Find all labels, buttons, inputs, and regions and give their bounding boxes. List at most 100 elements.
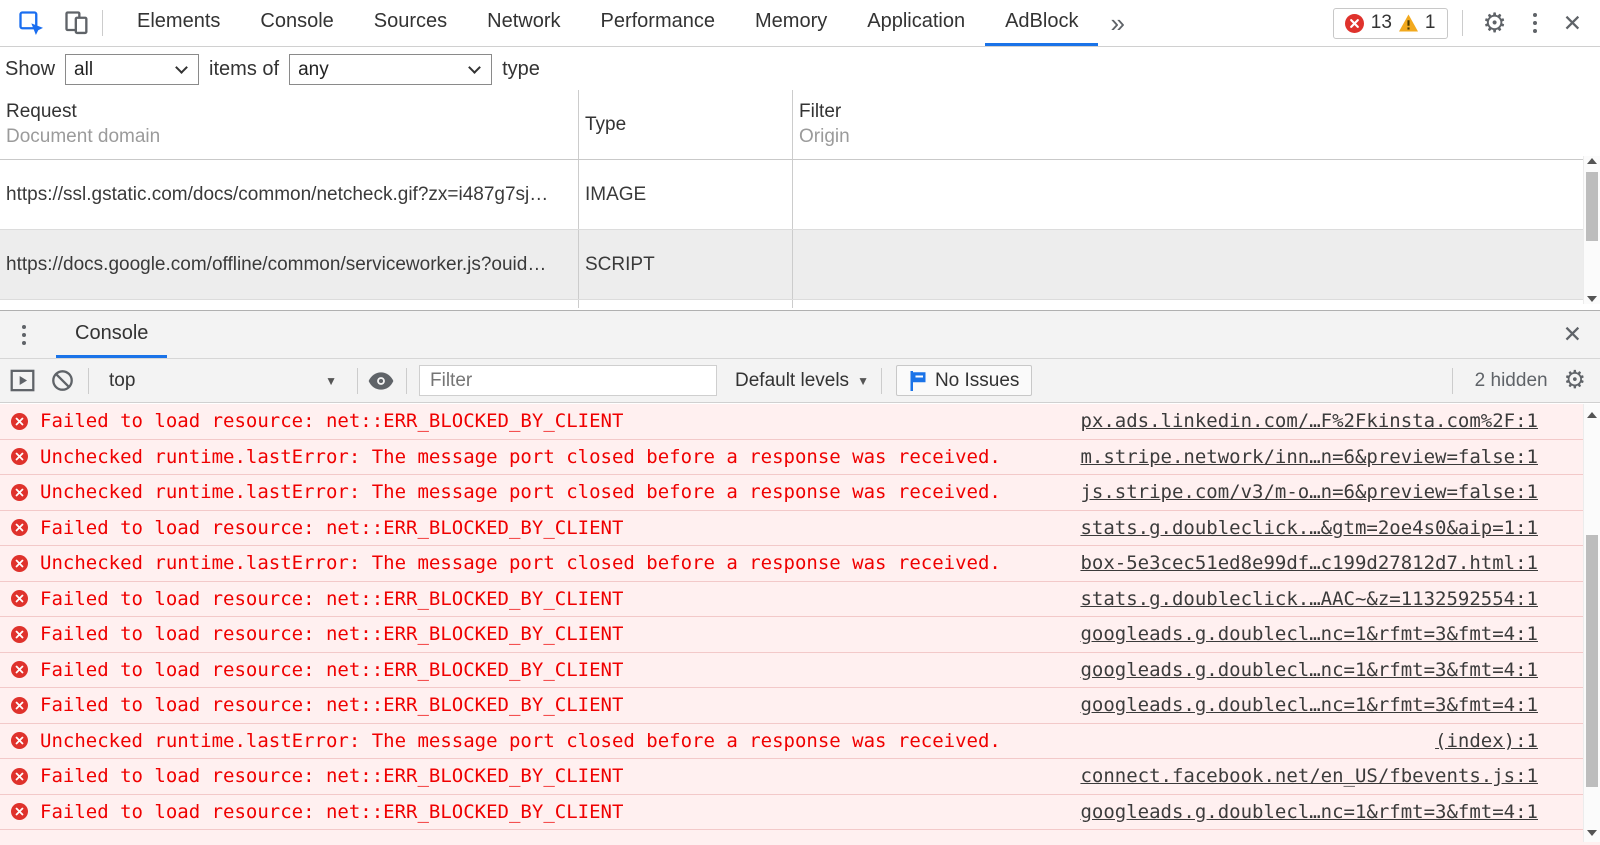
scroll-up-arrow[interactable]	[1584, 412, 1600, 418]
error-icon	[11, 519, 28, 536]
close-devtools-icon[interactable]: ✕	[1563, 10, 1582, 37]
console-drawer: Console ✕ top▼	[0, 310, 1600, 845]
panel-tab[interactable]: Memory	[735, 0, 847, 46]
scroll-up-arrow[interactable]	[1584, 158, 1600, 164]
issues-flag-icon	[909, 371, 927, 391]
console-error-message: Failed to load resource: net::ERR_BLOCKE…	[0, 795, 1600, 831]
live-expression-eye-icon[interactable]	[368, 372, 394, 390]
error-icon	[11, 661, 28, 678]
clear-console-icon[interactable]	[51, 369, 74, 392]
console-sidebar-toggle-icon[interactable]	[10, 369, 35, 392]
error-icon	[11, 803, 28, 820]
console-message-text: Failed to load resource: net::ERR_BLOCKE…	[40, 517, 623, 539]
toolbar-divider	[881, 368, 882, 394]
console-message-text: Failed to load resource: net::ERR_BLOCKE…	[40, 765, 623, 787]
console-source-link[interactable]: stats.g.doubleclick.…AAC~&z=1132592554:1	[1060, 588, 1538, 610]
panel-tabs: Elements Console Sources Network Perform…	[117, 0, 1098, 46]
panel-tab[interactable]: Console	[240, 0, 353, 46]
console-source-link[interactable]: js.stripe.com/v3/m-o…n=6&preview=false:1	[1060, 481, 1538, 503]
show-items-select[interactable]: all	[65, 54, 199, 85]
console-source-link[interactable]: googleads.g.doublecl…nc=1&rfmt=3&fmt=4:1	[1060, 694, 1538, 716]
toolbar-divider	[406, 368, 407, 394]
console-settings-gear-icon[interactable]: ⚙	[1564, 368, 1586, 393]
console-error-message: Failed to load resource: net::ERR_BLOCKE…	[0, 759, 1600, 795]
tab-console[interactable]: Console	[56, 311, 167, 358]
console-source-link[interactable]: googleads.g.doublecl…nc=1&rfmt=3&fmt=4:1	[1060, 659, 1538, 681]
console-error-message: Unchecked runtime.lastError: The message…	[0, 724, 1600, 760]
javascript-context-select[interactable]: top▼	[97, 370, 347, 392]
panel-tab[interactable]: Sources	[354, 0, 467, 46]
toolbar-divider	[88, 368, 89, 394]
console-error-message: Failed to load resource: net::ERR_BLOCKE…	[0, 653, 1600, 689]
console-source-link[interactable]: googleads.g.doublecl…nc=1&rfmt=3&fmt=4:1	[1060, 801, 1538, 823]
console-source-link[interactable]: connect.facebook.net/en_US/fbevents.js:1	[1060, 765, 1538, 787]
console-source-link[interactable]: googleads.g.doublecl…nc=1&rfmt=3&fmt=4:1	[1060, 623, 1538, 645]
console-source-link[interactable]: stats.g.doubleclick.…&gtm=2oe4s0&aip=1:1	[1060, 517, 1538, 539]
console-filter-input[interactable]	[419, 365, 717, 396]
panel-tab[interactable]: Application	[847, 0, 985, 46]
panel-tab[interactable]: Performance	[581, 0, 736, 46]
toolbar-divider	[1462, 10, 1463, 36]
error-icon	[11, 732, 28, 749]
error-icon	[11, 590, 28, 607]
panel-tab[interactable]: AdBlock	[985, 0, 1098, 46]
scroll-down-arrow[interactable]	[1584, 296, 1600, 302]
item-type-select[interactable]: any	[289, 54, 492, 85]
panel-tab[interactable]: Elements	[117, 0, 240, 46]
console-message-text: Failed to load resource: net::ERR_BLOCKE…	[40, 801, 623, 823]
table-row[interactable]: https://ssl.gstatic.com/docs/common/netc…	[0, 160, 1600, 230]
chevron-down-icon: ▼	[857, 374, 869, 388]
console-error-message: Unchecked runtime.lastError: The message…	[0, 440, 1600, 476]
warning-count-icon	[1399, 14, 1418, 32]
items-of-label: items of	[209, 58, 279, 81]
table-filler	[0, 300, 1600, 308]
device-toolbar-icon[interactable]	[60, 10, 94, 36]
table-header-row: Request Document domain Type Filter Orig…	[0, 90, 1600, 160]
toolbar-divider	[1452, 368, 1453, 394]
panel-tab[interactable]: Network	[467, 0, 580, 46]
error-icon	[11, 484, 28, 501]
devtools-menu-icon[interactable]	[1527, 13, 1543, 33]
request-filter-cell	[792, 160, 1600, 229]
console-source-link[interactable]: px.ads.linkedin.com/…F%2Fkinsta.com%2F:1	[1060, 410, 1538, 432]
column-header-request[interactable]: Request Document domain	[0, 90, 578, 159]
partial-message-row	[0, 830, 1600, 845]
scroll-down-arrow[interactable]	[1584, 830, 1600, 836]
column-header-filter[interactable]: Filter Origin	[792, 90, 1600, 159]
error-icon	[11, 768, 28, 785]
console-message-text: Unchecked runtime.lastError: The message…	[40, 552, 1001, 574]
settings-gear-icon[interactable]: ⚙	[1483, 10, 1507, 37]
console-error-message: Failed to load resource: net::ERR_BLOCKE…	[0, 688, 1600, 724]
log-levels-dropdown[interactable]: Default levels▼	[735, 370, 869, 392]
no-issues-button[interactable]: No Issues	[896, 365, 1032, 396]
error-icon	[11, 448, 28, 465]
scrollbar-thumb[interactable]	[1586, 172, 1598, 241]
console-message-text: Failed to load resource: net::ERR_BLOCKE…	[40, 623, 623, 645]
adblock-controls: Show all items of any type	[0, 48, 1600, 90]
request-filter-cell	[792, 230, 1600, 299]
devtools-window: Elements Console Sources Network Perform…	[0, 0, 1600, 845]
adblock-requests-table: Request Document domain Type Filter Orig…	[0, 90, 1600, 309]
more-tabs-button[interactable]: »	[1098, 8, 1136, 39]
drawer-menu-icon[interactable]	[22, 325, 26, 345]
table-row[interactable]: https://docs.google.com/offline/common/s…	[0, 230, 1600, 300]
scrollbar-thumb[interactable]	[1586, 535, 1598, 787]
console-source-link[interactable]: box-5e3cec51ed8e99df…c199d27812d7.html:1	[1060, 552, 1538, 574]
console-error-message: Unchecked runtime.lastError: The message…	[0, 546, 1600, 582]
console-source-link[interactable]: (index):1	[1415, 730, 1538, 752]
table-scrollbar[interactable]	[1583, 156, 1600, 304]
type-label: type	[502, 58, 540, 81]
chevron-down-icon: ▼	[325, 374, 337, 388]
console-message-text: Unchecked runtime.lastError: The message…	[40, 481, 1001, 503]
console-error-message: Unchecked runtime.lastError: The message…	[0, 475, 1600, 511]
console-message-text: Unchecked runtime.lastError: The message…	[40, 730, 1001, 752]
console-messages: Failed to load resource: net::ERR_BLOCKE…	[0, 404, 1600, 845]
inspect-element-icon[interactable]	[14, 9, 48, 37]
console-source-link[interactable]: m.stripe.network/inn…n=6&preview=false:1	[1060, 446, 1538, 468]
console-scrollbar[interactable]	[1583, 404, 1600, 842]
close-drawer-icon[interactable]: ✕	[1563, 321, 1582, 348]
column-header-type[interactable]: Type	[578, 90, 792, 159]
errors-warnings-badge[interactable]: 13 1	[1333, 8, 1448, 39]
console-error-message: Failed to load resource: net::ERR_BLOCKE…	[0, 511, 1600, 547]
main-toolbar: Elements Console Sources Network Perform…	[0, 0, 1600, 47]
